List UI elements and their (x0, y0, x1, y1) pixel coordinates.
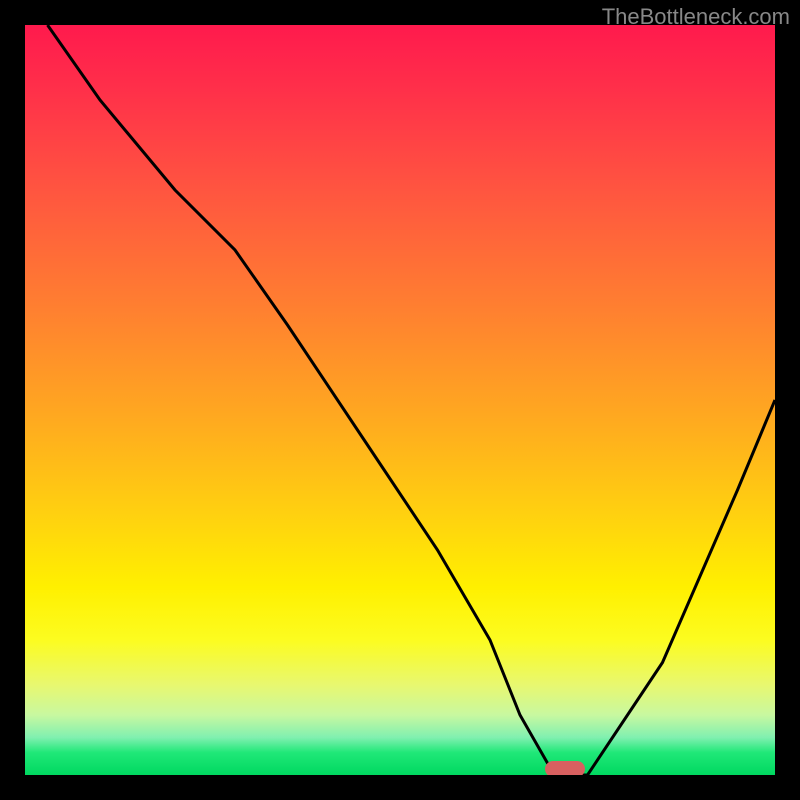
bottleneck-curve-line (48, 25, 776, 775)
optimal-zone-marker (545, 761, 585, 775)
watermark-text: TheBottleneck.com (602, 4, 790, 30)
chart-container: TheBottleneck.com (0, 0, 800, 800)
chart-svg (25, 25, 775, 775)
